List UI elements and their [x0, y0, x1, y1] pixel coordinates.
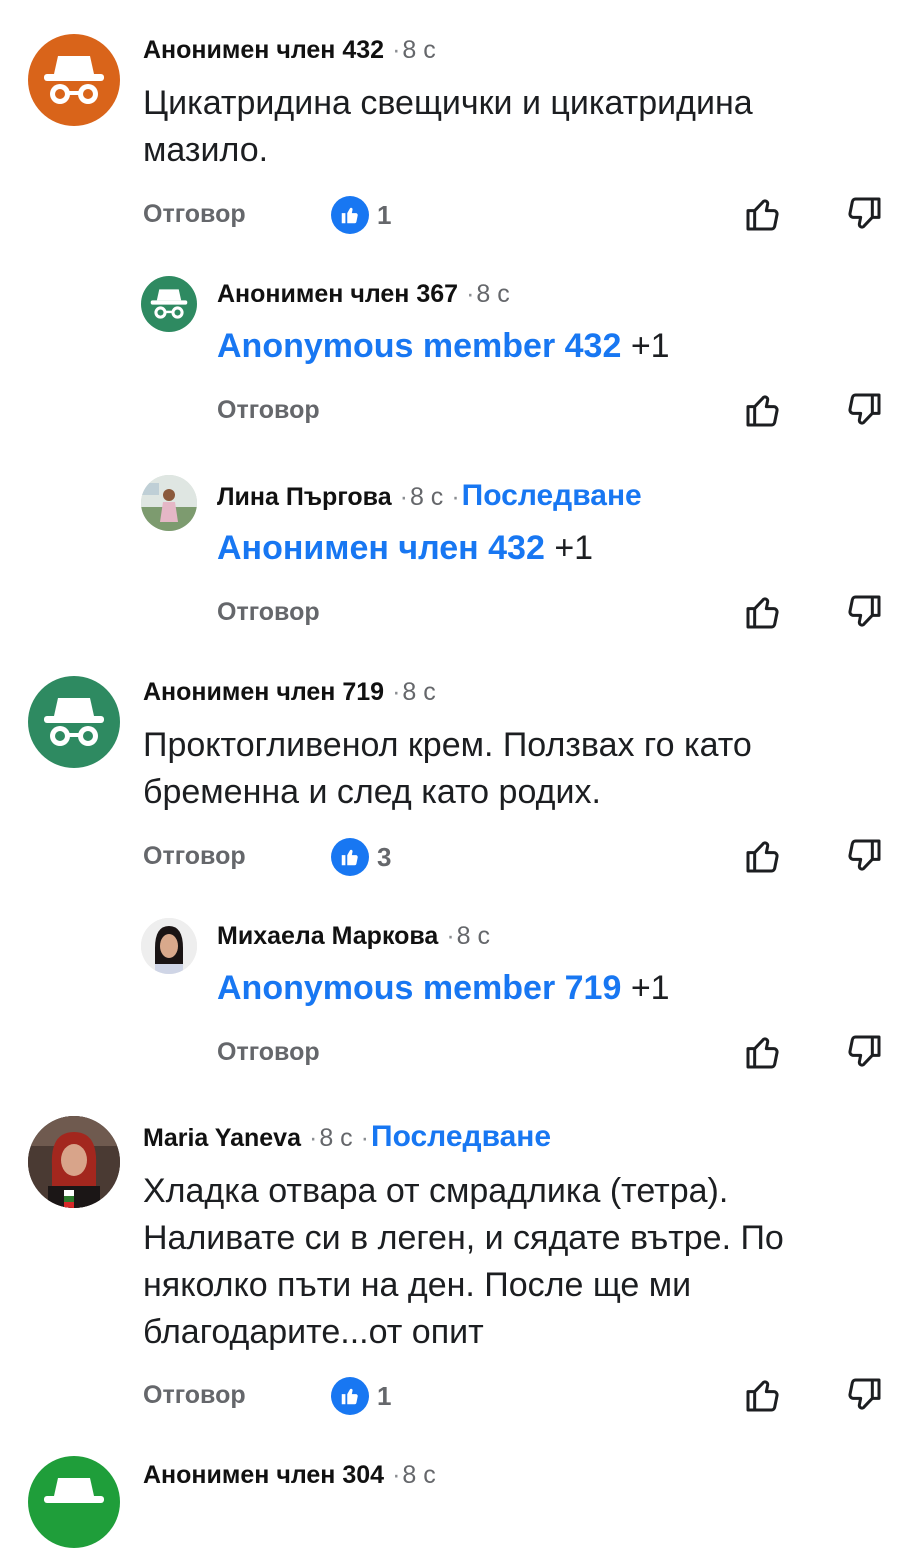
separator: · [392, 1461, 401, 1489]
thumbs-down-icon[interactable] [844, 192, 884, 236]
follow-button[interactable]: Последване [462, 479, 642, 512]
thumbs-down-icon[interactable] [844, 1373, 884, 1417]
separator: · [392, 36, 401, 64]
follow-button[interactable]: Последване [371, 1120, 551, 1153]
profile-photo [141, 918, 197, 974]
timestamp[interactable]: 8 с [319, 1124, 352, 1152]
reply-button[interactable]: Отговор [143, 842, 246, 871]
thumbs-up-icon[interactable] [743, 1373, 783, 1417]
timestamp[interactable]: 8 с [402, 678, 435, 706]
mention-link[interactable]: Anonymous member 432 [217, 327, 621, 365]
comment-text: Хладка отвара от смрадлика (тетра). Нали… [143, 1172, 784, 1351]
reaction-count: 3 [377, 841, 392, 872]
reply-button[interactable]: Отговор [217, 396, 320, 425]
reply-button[interactable]: Отговор [217, 598, 320, 627]
profile-photo [141, 475, 197, 531]
author-name[interactable]: Анонимен член 367 [217, 280, 458, 308]
author-name[interactable]: Лина Пъргова [217, 483, 392, 511]
avatar[interactable] [141, 276, 197, 332]
comment-suffix: +1 [630, 327, 670, 365]
reply-button[interactable]: Отговор [143, 200, 246, 229]
thumbs-up-icon[interactable] [743, 1030, 783, 1074]
thumbs-down-icon[interactable] [844, 590, 884, 634]
separator: · [360, 1124, 369, 1152]
like-reaction-icon [331, 1377, 369, 1415]
like-reaction-icon [331, 838, 369, 876]
comment-text: Проктогливенол крем. Ползвах го като бре… [143, 726, 752, 811]
thumbs-up-icon[interactable] [743, 388, 783, 432]
thumbs-down-icon[interactable] [844, 388, 884, 432]
separator: · [399, 483, 408, 511]
avatar[interactable] [28, 1456, 120, 1548]
author-name[interactable]: Анонимен член 304 [143, 1461, 384, 1489]
reaction-summary[interactable]: 1 [331, 1377, 391, 1415]
timestamp[interactable]: 8 с [402, 36, 435, 64]
thumbs-up-icon[interactable] [743, 192, 783, 236]
profile-photo [28, 1116, 120, 1208]
like-reaction-icon [331, 196, 369, 234]
incognito-icon [44, 56, 104, 104]
timestamp[interactable]: 8 с [410, 483, 443, 511]
thumbs-down-icon[interactable] [844, 834, 884, 878]
author-name[interactable]: Михаела Маркова [217, 922, 438, 950]
reaction-count: 1 [377, 1380, 392, 1411]
avatar[interactable] [141, 475, 197, 531]
avatar[interactable] [141, 918, 197, 974]
avatar[interactable] [28, 676, 120, 768]
separator: · [451, 483, 460, 511]
reaction-count: 1 [377, 199, 392, 230]
reaction-summary[interactable]: 3 [331, 838, 391, 876]
separator: · [308, 1124, 318, 1152]
comment-text: Цикатридина свещички и цикатридина мазил… [143, 84, 753, 169]
incognito-icon [44, 698, 104, 746]
timestamp[interactable]: 8 с [457, 922, 490, 950]
separator: · [446, 922, 455, 950]
author-name[interactable]: Анонимен член 719 [143, 678, 384, 706]
mention-link[interactable]: Анонимен член 432 [217, 529, 545, 567]
mention-link[interactable]: Anonymous member 719 [217, 969, 621, 1007]
timestamp[interactable]: 8 с [402, 1461, 435, 1489]
thumbs-up-icon[interactable] [743, 834, 783, 878]
author-name[interactable]: Maria Yaneva [143, 1124, 301, 1152]
incognito-icon [44, 1478, 104, 1503]
avatar[interactable] [28, 34, 120, 126]
thumbs-up-icon[interactable] [743, 590, 783, 634]
timestamp[interactable]: 8 с [476, 280, 509, 308]
thumbs-down-icon[interactable] [844, 1030, 884, 1074]
comment-suffix: +1 [630, 969, 670, 1007]
reply-button[interactable]: Отговор [143, 1381, 246, 1410]
comment-suffix: +1 [554, 529, 594, 567]
author-name[interactable]: Анонимен член 432 [143, 36, 384, 64]
separator: · [466, 280, 475, 308]
reaction-summary[interactable]: 1 [331, 196, 391, 234]
avatar[interactable] [28, 1116, 120, 1208]
reply-button[interactable]: Отговор [217, 1038, 320, 1067]
incognito-icon [150, 289, 188, 319]
separator: · [392, 678, 401, 706]
